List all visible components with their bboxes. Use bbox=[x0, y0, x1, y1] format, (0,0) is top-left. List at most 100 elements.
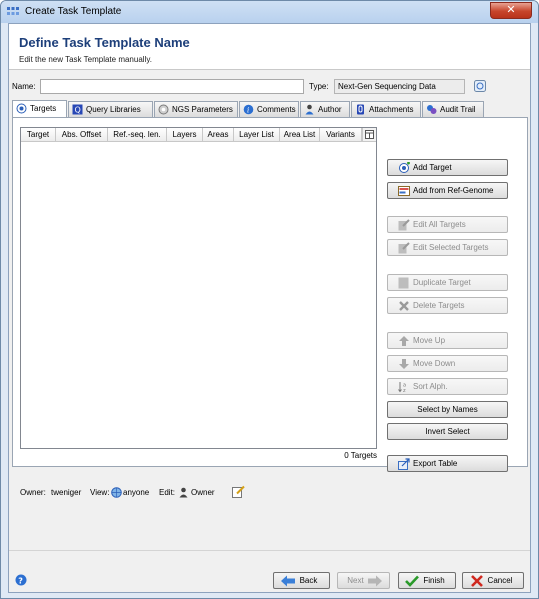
tab-targets[interactable]: Targets bbox=[12, 100, 67, 117]
next-button[interactable]: Next bbox=[337, 572, 390, 589]
genome-icon bbox=[398, 186, 410, 196]
add-target-button[interactable]: Add Target bbox=[387, 159, 508, 176]
export-icon bbox=[398, 458, 410, 470]
tab-label: Query Libraries bbox=[86, 105, 141, 114]
checkmark-icon bbox=[405, 575, 419, 587]
tab-author[interactable]: Author bbox=[300, 101, 350, 117]
button-label: Sort Alph. bbox=[413, 382, 448, 391]
button-label: Move Up bbox=[413, 336, 446, 345]
owner-value: tweniger bbox=[51, 488, 82, 497]
col-areas[interactable]: Areas bbox=[203, 128, 234, 142]
cancel-button[interactable]: Cancel bbox=[462, 572, 524, 589]
audit-trail-icon bbox=[427, 105, 437, 114]
col-layer-list[interactable]: Layer List bbox=[234, 128, 280, 142]
tab-attachments[interactable]: Attachments bbox=[351, 101, 421, 117]
svg-text:?: ? bbox=[18, 576, 23, 585]
cancel-x-icon bbox=[471, 575, 483, 587]
tab-audit-trail[interactable]: Audit Trail bbox=[422, 101, 484, 117]
sort-alphabetical-button[interactable]: az Sort Alph. bbox=[387, 378, 508, 395]
add-from-ref-genome-button[interactable]: Add from Ref-Genome bbox=[387, 182, 508, 199]
export-table-button[interactable]: Export Table bbox=[387, 455, 508, 472]
button-label: Export Table bbox=[413, 459, 458, 468]
person-icon bbox=[179, 487, 188, 498]
button-label: Move Down bbox=[413, 359, 456, 368]
dialog-window: Create Task Template ✕ Define Task Templ… bbox=[0, 0, 539, 599]
tab-comments[interactable]: i Comments bbox=[239, 101, 299, 117]
button-label: Delete Targets bbox=[413, 301, 465, 310]
button-label: Edit All Targets bbox=[413, 220, 466, 229]
sort-az-icon: az bbox=[398, 382, 406, 393]
info-icon: i bbox=[243, 104, 254, 115]
button-label: Back bbox=[299, 576, 318, 585]
tab-label: Targets bbox=[30, 104, 57, 113]
move-down-button[interactable]: Move Down bbox=[387, 355, 508, 372]
type-field: Next-Gen Sequencing Data bbox=[334, 79, 465, 94]
select-by-names-button[interactable]: Select by Names bbox=[387, 401, 508, 418]
arrow-right-icon bbox=[368, 575, 382, 587]
svg-text:Q: Q bbox=[75, 106, 81, 115]
edit-icon bbox=[398, 219, 410, 231]
button-label: Add from Ref-Genome bbox=[413, 186, 494, 195]
duplicate-target-button[interactable]: Duplicate Target bbox=[387, 274, 508, 291]
col-target[interactable]: Target bbox=[21, 128, 56, 142]
svg-text:i: i bbox=[247, 107, 249, 115]
col-ref-seq-len[interactable]: Ref.-seq. len. bbox=[108, 128, 167, 142]
edit-icon bbox=[398, 242, 410, 254]
col-abs-offset[interactable]: Abs. Offset bbox=[56, 128, 108, 142]
paperclip-icon bbox=[357, 104, 364, 115]
back-button[interactable]: Back bbox=[273, 572, 330, 589]
col-area-list[interactable]: Area List bbox=[280, 128, 320, 142]
edit-selected-targets-button[interactable]: Edit Selected Targets bbox=[387, 239, 508, 256]
targets-panel: Target Abs. Offset Ref.-seq. len. Layers… bbox=[12, 117, 528, 472]
edit-all-targets-button[interactable]: Edit All Targets bbox=[387, 216, 508, 233]
person-icon bbox=[305, 104, 314, 115]
finish-button[interactable]: Finish bbox=[398, 572, 456, 589]
window-title: Create Task Template bbox=[25, 6, 122, 17]
help-icon[interactable]: ? bbox=[15, 574, 27, 586]
column-chooser-button[interactable] bbox=[362, 128, 376, 142]
col-layers[interactable]: Layers bbox=[167, 128, 203, 142]
button-label: Duplicate Target bbox=[413, 278, 471, 287]
button-label: Add Target bbox=[413, 163, 452, 172]
title-bar: Create Task Template ✕ bbox=[1, 1, 538, 23]
footer-separator bbox=[9, 550, 530, 551]
duplicate-icon bbox=[398, 277, 409, 289]
delete-icon bbox=[399, 301, 409, 311]
svg-text:z: z bbox=[403, 388, 406, 393]
owner-label: Owner: bbox=[20, 488, 46, 497]
page-subtitle: Edit the new Task Template manually. bbox=[19, 55, 152, 64]
tab-label: Comments bbox=[257, 105, 296, 114]
invert-select-button[interactable]: Invert Select bbox=[387, 423, 508, 440]
dialog-client: Define Task Template Name Edit the new T… bbox=[8, 23, 531, 593]
query-library-icon: Q bbox=[72, 104, 83, 115]
edit-permissions-icon[interactable] bbox=[232, 485, 245, 498]
view-value: anyone bbox=[123, 488, 150, 497]
globe-icon bbox=[111, 487, 122, 498]
arrow-down-icon bbox=[399, 359, 409, 369]
tab-label: NGS Parameters bbox=[172, 105, 233, 114]
name-label: Name: bbox=[12, 82, 36, 91]
tab-ngs-parameters[interactable]: NGS Parameters bbox=[154, 101, 238, 117]
button-label: Finish bbox=[423, 576, 445, 585]
targets-table[interactable]: Target Abs. Offset Ref.-seq. len. Layers… bbox=[20, 127, 377, 449]
target-icon bbox=[16, 103, 27, 114]
tab-label: Author bbox=[318, 105, 342, 114]
button-label: Cancel bbox=[487, 576, 513, 585]
wizard-header: Define Task Template Name Edit the new T… bbox=[9, 24, 530, 70]
arrow-up-icon bbox=[399, 336, 409, 346]
column-chooser-icon bbox=[365, 130, 374, 139]
edit-value: Owner bbox=[191, 488, 215, 497]
targets-count: 0 Targets bbox=[344, 451, 377, 460]
tab-query-libraries[interactable]: Q Query Libraries bbox=[68, 101, 153, 117]
view-label: View: bbox=[90, 488, 110, 497]
edit-label: Edit: bbox=[159, 488, 176, 497]
delete-targets-button[interactable]: Delete Targets bbox=[387, 297, 508, 314]
tab-label: Attachments bbox=[369, 105, 414, 114]
name-input[interactable] bbox=[40, 79, 304, 94]
window-close-button[interactable]: ✕ bbox=[490, 2, 532, 19]
col-variants[interactable]: Variants bbox=[320, 128, 362, 142]
type-label: Type: bbox=[309, 82, 329, 91]
move-up-button[interactable]: Move Up bbox=[387, 332, 508, 349]
type-chooser-icon[interactable] bbox=[474, 80, 486, 92]
button-label: Edit Selected Targets bbox=[413, 243, 489, 252]
